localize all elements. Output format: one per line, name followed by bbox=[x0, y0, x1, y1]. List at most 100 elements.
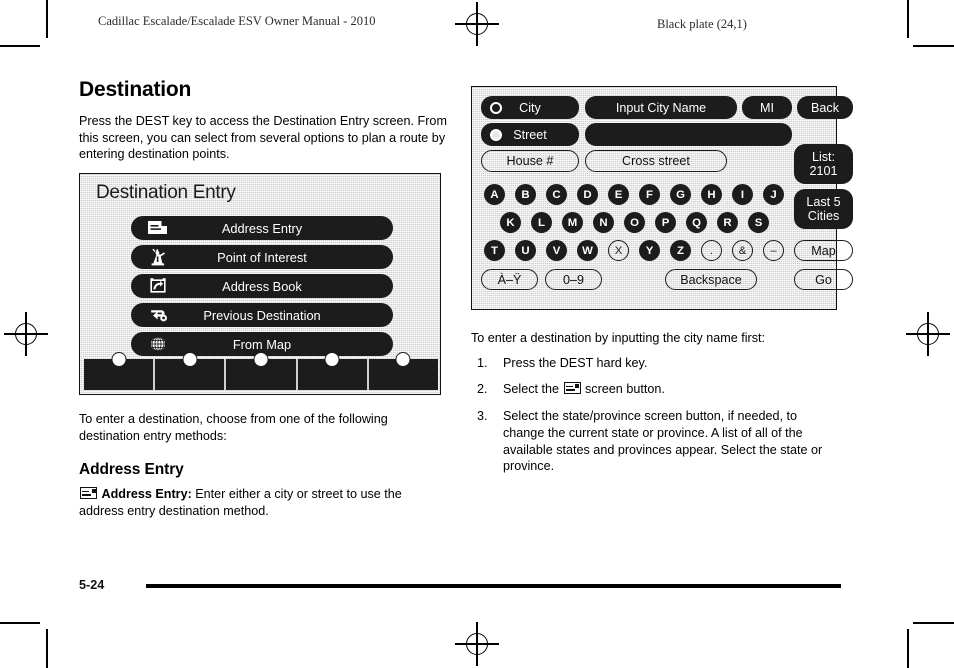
city-name-input-field[interactable]: Input City Name bbox=[585, 96, 737, 119]
screen-button-label: Previous Destination bbox=[203, 307, 321, 323]
right-intro-paragraph: To enter a destination by inputting the … bbox=[471, 331, 766, 345]
numbered-steps-list: 1. Press the DEST hard key. 2. Select th… bbox=[471, 355, 839, 475]
house-number-button[interactable]: House # bbox=[481, 150, 579, 172]
screen-button-label: Point of Interest bbox=[217, 249, 307, 265]
accented-characters-label: À–Ÿ bbox=[497, 272, 522, 287]
soft-key-4[interactable] bbox=[297, 352, 369, 390]
soft-key-1[interactable] bbox=[84, 352, 156, 390]
step-number: 1. bbox=[477, 355, 488, 370]
crop-mark-bottom-right-h bbox=[913, 622, 954, 624]
list-item: 2. Select the screen button. bbox=[471, 381, 839, 398]
keyboard-key-l[interactable]: L bbox=[531, 212, 552, 233]
numeric-keys-label: 0–9 bbox=[562, 272, 584, 287]
crop-mark-bottom-left-v bbox=[46, 629, 48, 668]
list-item: 3. Select the state/province screen butt… bbox=[471, 408, 839, 475]
crop-mark-top-left-v bbox=[46, 0, 48, 38]
back-button[interactable]: Back bbox=[797, 96, 853, 119]
screen-button-previous-destination[interactable]: Previous Destination bbox=[131, 303, 393, 327]
last-5-cities-line2: Cities bbox=[807, 209, 840, 223]
keyboard-key-ampersand[interactable]: & bbox=[732, 240, 753, 261]
keyboard-key-c[interactable]: C bbox=[546, 184, 567, 205]
statue-of-liberty-icon bbox=[147, 248, 169, 266]
map-button-label: Map bbox=[811, 243, 836, 258]
keyboard-key-s[interactable]: S bbox=[748, 212, 769, 233]
screen-button-label: From Map bbox=[232, 336, 292, 352]
after-figure-paragraph: To enter a destination, choose from one … bbox=[79, 412, 388, 443]
footer-rule bbox=[146, 584, 841, 588]
crop-mark-top-left-h bbox=[0, 45, 40, 47]
registration-mark-right bbox=[906, 312, 950, 356]
keyboard-key-z[interactable]: Z bbox=[670, 240, 691, 261]
soft-key-2[interactable] bbox=[155, 352, 227, 390]
left-column-lower: To enter a destination, choose from one … bbox=[79, 411, 447, 531]
backspace-label: Backspace bbox=[680, 272, 742, 287]
keyboard-key-j[interactable]: J bbox=[763, 184, 784, 205]
screen-button-point-of-interest[interactable]: Point of Interest bbox=[131, 245, 393, 269]
running-head-right: Black plate (24,1) bbox=[657, 17, 747, 31]
crop-mark-bottom-left-h bbox=[0, 622, 40, 624]
keyboard-key-h[interactable]: H bbox=[701, 184, 722, 205]
figure-city-input-screen: City Input City Name MI Back Street Hous… bbox=[471, 86, 853, 310]
step-text: Press the DEST hard key. bbox=[503, 355, 648, 370]
keyboard-key-x[interactable]: X bbox=[608, 240, 629, 261]
accented-characters-button[interactable]: À–Ÿ bbox=[481, 269, 538, 290]
state-province-button[interactable]: MI bbox=[742, 96, 792, 119]
street-selector-button[interactable]: Street bbox=[481, 123, 579, 146]
keyboard-key-m[interactable]: M bbox=[562, 212, 583, 233]
screen-button-address-book[interactable]: Address Book bbox=[131, 274, 393, 298]
list-count-line1: List: bbox=[811, 149, 836, 164]
keyboard-key-a[interactable]: A bbox=[484, 184, 505, 205]
cross-street-button[interactable]: Cross street bbox=[585, 150, 727, 172]
registration-mark-left bbox=[4, 312, 48, 356]
soft-key-indicator-icon bbox=[324, 352, 340, 367]
soft-key-5[interactable] bbox=[368, 352, 439, 390]
step-number: 3. bbox=[477, 409, 488, 424]
soft-key-3[interactable] bbox=[226, 352, 298, 390]
step-text-after: screen button. bbox=[581, 382, 665, 397]
keyboard-key-k[interactable]: K bbox=[500, 212, 521, 233]
keyboard-key-q[interactable]: Q bbox=[686, 212, 707, 233]
keyboard-key-w[interactable]: W bbox=[577, 240, 598, 261]
screen-button-label: Address Book bbox=[222, 278, 302, 294]
crop-mark-bottom-right-v bbox=[907, 629, 909, 668]
numeric-keys-button[interactable]: 0–9 bbox=[545, 269, 602, 290]
backspace-button[interactable]: Backspace bbox=[665, 269, 757, 290]
radio-unselected-icon bbox=[490, 101, 502, 114]
step-text: Select the bbox=[503, 382, 563, 397]
intro-paragraph: Press the DEST key to access the Destina… bbox=[79, 114, 447, 162]
screen-title: Destination Entry bbox=[96, 182, 236, 203]
go-button-label: Go bbox=[815, 272, 832, 287]
keyboard-key-e[interactable]: E bbox=[608, 184, 629, 205]
globe-icon bbox=[147, 335, 169, 353]
screen-button-address-entry[interactable]: Address Entry bbox=[131, 216, 393, 240]
screen-button-label: Address Entry bbox=[221, 220, 303, 236]
state-province-label: MI bbox=[760, 100, 774, 115]
city-selector-button[interactable]: City bbox=[481, 96, 579, 119]
map-button[interactable]: Map bbox=[794, 240, 853, 261]
keyboard-key-r[interactable]: R bbox=[717, 212, 738, 233]
keyboard-key-t[interactable]: T bbox=[484, 240, 505, 261]
keyboard-key-u[interactable]: U bbox=[515, 240, 536, 261]
keyboard-key-period[interactable]: . bbox=[701, 240, 722, 261]
keyboard-key-dash[interactable]: – bbox=[763, 240, 784, 261]
keyboard-key-y[interactable]: Y bbox=[639, 240, 660, 261]
go-button[interactable]: Go bbox=[794, 269, 853, 290]
list-item: 1. Press the DEST hard key. bbox=[471, 355, 839, 372]
keyboard-key-o[interactable]: O bbox=[624, 212, 645, 233]
street-name-input-field[interactable] bbox=[585, 123, 792, 146]
registration-mark-bottom bbox=[455, 622, 499, 666]
keyboard-key-p[interactable]: P bbox=[655, 212, 676, 233]
list-count-button[interactable]: List: 2101 bbox=[794, 144, 853, 184]
keyboard-key-n[interactable]: N bbox=[593, 212, 614, 233]
keyboard-key-v[interactable]: V bbox=[546, 240, 567, 261]
keyboard-key-i[interactable]: I bbox=[732, 184, 753, 205]
street-selector-label: Street bbox=[513, 127, 547, 142]
return-arrow-icon bbox=[147, 306, 169, 324]
last-5-cities-button[interactable]: Last 5 Cities bbox=[794, 189, 853, 229]
manual-page: Cadillac Escalade/Escalade ESV Owner Man… bbox=[0, 0, 954, 668]
address-card-icon bbox=[80, 487, 97, 500]
keyboard-key-g[interactable]: G bbox=[670, 184, 691, 205]
keyboard-key-d[interactable]: D bbox=[577, 184, 598, 205]
keyboard-key-f[interactable]: F bbox=[639, 184, 660, 205]
keyboard-key-b[interactable]: B bbox=[515, 184, 536, 205]
